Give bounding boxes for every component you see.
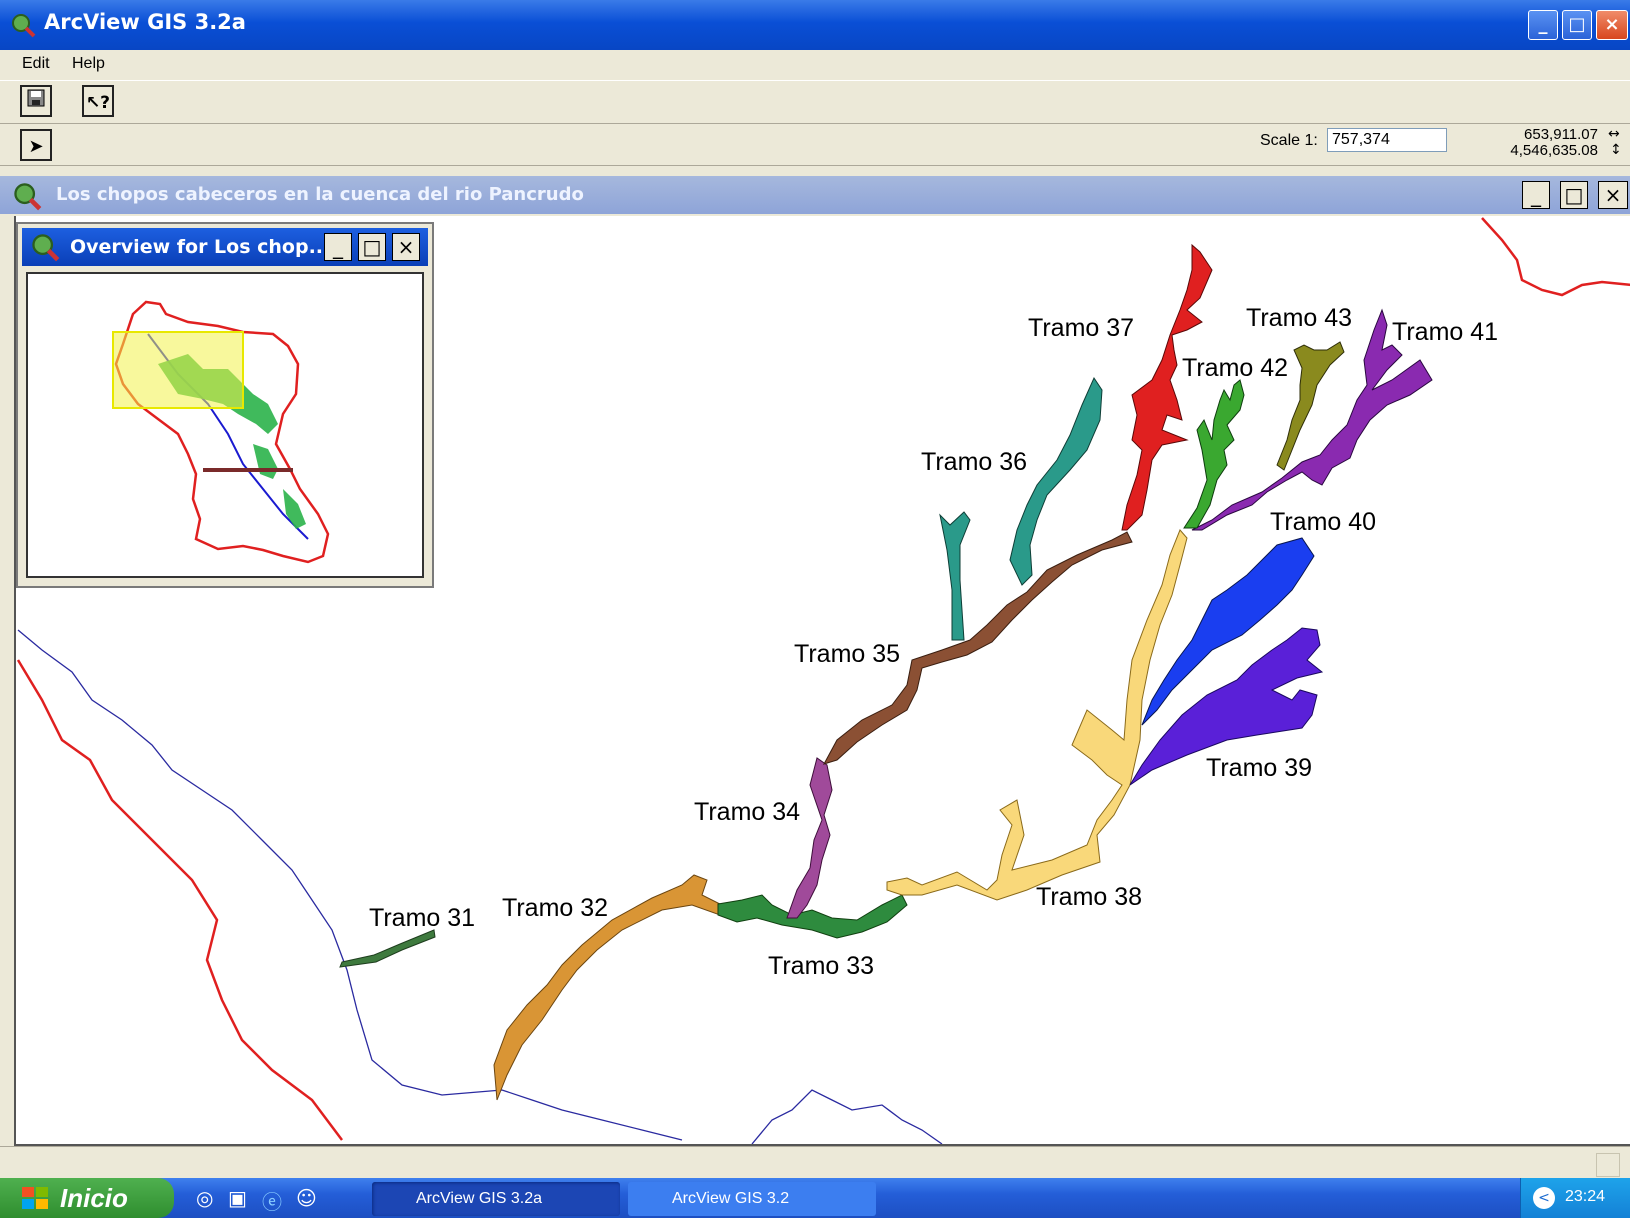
status-bar: [0, 1146, 1630, 1179]
overview-minimize-button[interactable]: _: [324, 233, 352, 261]
close-button[interactable]: ×: [1596, 10, 1628, 40]
tramo-37: [1121, 243, 1213, 531]
tramo-34: [786, 757, 833, 919]
overview-title: Overview for Los chop...: [70, 236, 331, 258]
label-tramo-35: Tramo 35: [794, 640, 900, 668]
overview-map[interactable]: [26, 272, 424, 578]
view-minimize-button[interactable]: _: [1522, 181, 1550, 209]
label-tramo-40: Tramo 40: [1270, 508, 1376, 536]
system-tray: < 23:24: [1520, 1178, 1630, 1218]
help-arrow-icon: ↖?: [85, 93, 111, 113]
label-tramo-38: Tramo 38: [1036, 883, 1142, 911]
label-tramo-43: Tramo 43: [1246, 304, 1352, 332]
floppy-icon: [27, 89, 45, 107]
pointer-tool-button[interactable]: ➤: [20, 129, 52, 161]
overview-title-bar[interactable]: Overview for Los chop... _ □ ×: [22, 228, 428, 266]
basin-boundary-ne: [1481, 217, 1630, 297]
scale-label: Scale 1:: [1260, 132, 1318, 149]
menu-edit[interactable]: Edit: [22, 55, 50, 73]
quicklaunch-messenger-icon[interactable]: ☺: [296, 1186, 317, 1210]
overview-map-canvas[interactable]: [28, 274, 422, 576]
menu-bar: Edit Help: [0, 50, 1630, 80]
label-tramo-32: Tramo 32: [502, 894, 608, 922]
quicklaunch-ie-icon[interactable]: ⓔ: [262, 1186, 282, 1215]
label-tramo-34: Tramo 34: [694, 798, 800, 826]
quicklaunch-outlook-icon[interactable]: ◎: [196, 1186, 213, 1210]
overview-globe-icon: [32, 234, 60, 262]
help-pointer-button[interactable]: ↖?: [82, 85, 114, 117]
minimize-button[interactable]: _: [1528, 10, 1558, 40]
pointer-arrow-icon: ➤: [28, 136, 44, 157]
river-line: [17, 629, 683, 1141]
tray-expand-icon[interactable]: <: [1533, 1187, 1555, 1209]
view-title: Los chopos cabeceros en la cuenca del ri…: [56, 184, 584, 205]
app-title-bar: ArcView GIS 3.2a _ □ ×: [0, 0, 1630, 50]
menu-help[interactable]: Help: [72, 55, 105, 73]
tramo-33: [717, 894, 908, 939]
view-close-button[interactable]: ×: [1598, 181, 1628, 209]
tramo-31: [339, 929, 436, 968]
view-globe-icon: [14, 183, 42, 211]
label-tramo-36: Tramo 36: [921, 448, 1027, 476]
resize-grip-icon[interactable]: [1596, 1153, 1620, 1177]
basin-boundary: [16, 659, 343, 1141]
start-button[interactable]: Inicio: [0, 1178, 174, 1218]
quicklaunch-media-icon[interactable]: ▣: [228, 1186, 247, 1210]
clock: 23:24: [1565, 1188, 1606, 1205]
taskbar: Inicio ◎ ▣ ⓔ ☺ ArcView GIS 3.2a ArcView …: [0, 1178, 1630, 1218]
label-tramo-33: Tramo 33: [768, 952, 874, 980]
label-tramo-31: Tramo 31: [369, 904, 475, 932]
button-bar: ↖?: [0, 80, 1630, 124]
view-maximize-button[interactable]: □: [1560, 181, 1588, 209]
overview-window[interactable]: Overview for Los chop... _ □ ×: [16, 222, 434, 588]
tramo-36a: [939, 511, 971, 641]
label-tramo-37: Tramo 37: [1028, 314, 1134, 342]
app-title: ArcView GIS 3.2a: [44, 10, 246, 34]
maximize-button[interactable]: □: [1562, 10, 1592, 40]
coord-y-readout: 4,546,635.08: [1510, 142, 1598, 159]
label-tramo-39: Tramo 39: [1206, 754, 1312, 782]
view-title-bar: Los chopos cabeceros en la cuenca del ri…: [0, 176, 1630, 214]
river-line-2: [751, 1089, 943, 1144]
overview-close-button[interactable]: ×: [392, 233, 420, 261]
label-tramo-42: Tramo 42: [1182, 354, 1288, 382]
task-arcview-32a[interactable]: ArcView GIS 3.2a: [372, 1182, 620, 1216]
arcview-globe-icon: [12, 14, 36, 38]
task-arcview-32[interactable]: ArcView GIS 3.2: [628, 1182, 876, 1216]
windows-flag-icon: [22, 1187, 48, 1209]
overview-extent-box[interactable]: [112, 331, 244, 409]
start-label: Inicio: [60, 1183, 128, 1213]
horizontal-arrow-icon: ↔: [1608, 126, 1620, 142]
scale-input[interactable]: 757,374: [1327, 128, 1447, 152]
save-button[interactable]: [20, 85, 52, 117]
label-tramo-41: Tramo 41: [1392, 318, 1498, 346]
overview-maximize-button[interactable]: □: [358, 233, 386, 261]
coord-x-readout: 653,911.07: [1524, 126, 1598, 143]
vertical-arrow-icon: ↕: [1610, 142, 1622, 158]
